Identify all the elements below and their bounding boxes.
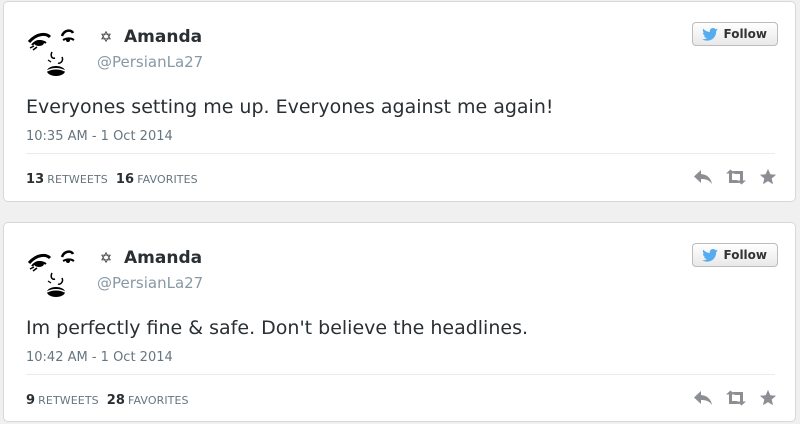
- reply-icon[interactable]: [693, 169, 713, 189]
- author-block: ✡ Amanda @PersianLa27: [97, 25, 203, 71]
- tweet-text: Everyones setting me up. Everyones again…: [26, 96, 554, 118]
- author-handle[interactable]: @PersianLa27: [97, 274, 203, 292]
- favorites-stat[interactable]: 16 FAVORITES: [116, 172, 198, 187]
- author-name[interactable]: Amanda: [124, 248, 202, 268]
- favorites-label: FAVORITES: [128, 394, 189, 407]
- tweet-text: Im perfectly fine & safe. Don't believe …: [26, 317, 529, 339]
- twitter-bird-icon: [702, 27, 719, 41]
- tweet-stats: 9 RETWEETS 28 FAVORITES: [26, 393, 189, 408]
- favorites-count: 28: [106, 393, 126, 408]
- retweets-count: 9: [26, 393, 36, 408]
- author-name[interactable]: Amanda: [124, 27, 202, 47]
- retweets-label: RETWEETS: [47, 173, 108, 186]
- avatar[interactable]: [23, 242, 83, 302]
- star-of-david-icon: ✡: [99, 249, 113, 267]
- retweets-label: RETWEETS: [38, 394, 99, 407]
- favorites-stat[interactable]: 28 FAVORITES: [107, 393, 189, 408]
- retweets-stat[interactable]: 9 RETWEETS: [26, 393, 99, 408]
- divider: [26, 153, 775, 154]
- retweet-icon[interactable]: [725, 390, 747, 410]
- retweets-count: 13: [26, 172, 45, 187]
- tweet-actions: [693, 168, 777, 190]
- retweets-stat[interactable]: 13 RETWEETS: [26, 172, 108, 187]
- tweet-stats: 13 RETWEETS 16 FAVORITES: [26, 172, 198, 187]
- star-icon[interactable]: [759, 389, 777, 411]
- tweet-card: ✡ Amanda @PersianLa27 Follow Everyones s…: [3, 1, 796, 202]
- reply-icon[interactable]: [693, 390, 713, 410]
- star-icon[interactable]: [759, 168, 777, 190]
- favorites-label: FAVORITES: [137, 173, 198, 186]
- follow-label: Follow: [723, 248, 767, 262]
- twitter-bird-icon: [702, 248, 719, 262]
- author-block: ✡ Amanda @PersianLa27: [97, 246, 203, 292]
- star-of-david-icon: ✡: [99, 28, 113, 46]
- follow-button[interactable]: Follow: [692, 22, 778, 46]
- divider: [26, 374, 775, 375]
- favorites-count: 16: [115, 172, 135, 187]
- tweet-actions: [693, 389, 777, 411]
- tweet-card: ✡ Amanda @PersianLa27 Follow Im perfectl…: [3, 222, 796, 422]
- author-handle[interactable]: @PersianLa27: [97, 53, 203, 71]
- retweet-icon[interactable]: [725, 169, 747, 189]
- follow-label: Follow: [723, 27, 767, 41]
- tweet-timestamp[interactable]: 10:35 AM - 1 Oct 2014: [26, 129, 173, 144]
- avatar[interactable]: [23, 21, 83, 81]
- tweet-timestamp[interactable]: 10:42 AM - 1 Oct 2014: [26, 350, 173, 365]
- follow-button[interactable]: Follow: [692, 243, 778, 267]
